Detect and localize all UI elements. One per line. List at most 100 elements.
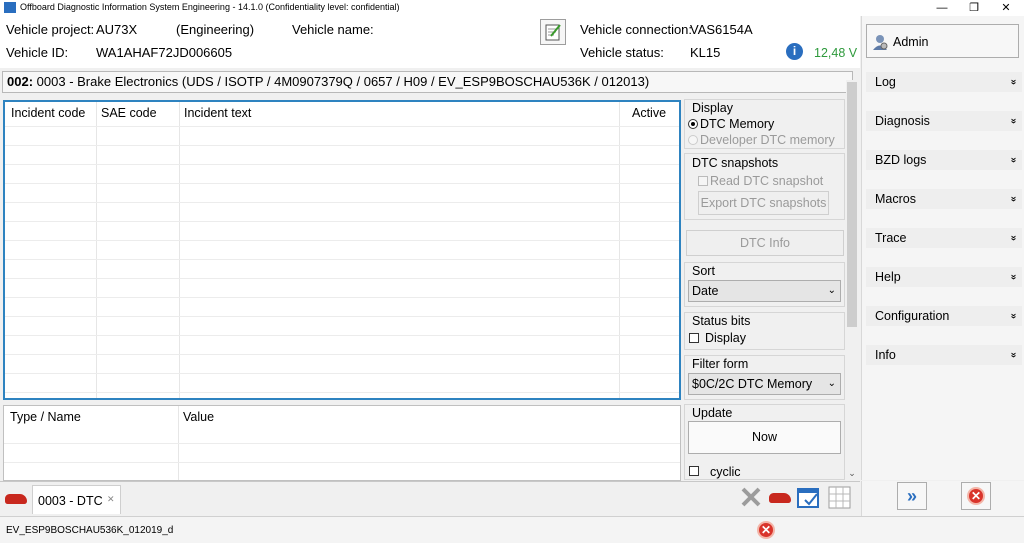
cyclic-checkbox[interactable] [689,466,699,476]
cancel-icon: ✕ [967,487,985,505]
error-icon[interactable]: ✕ [757,521,775,539]
chevron-down-icon: ⌄ [827,285,836,296]
row-line [5,221,679,222]
double-arrow-icon: » [906,486,917,506]
options-scrollbar[interactable]: ⌄ [846,80,858,480]
sidebar-item-label: Help [875,270,901,284]
table-grid-icon[interactable] [828,486,852,510]
dtc-memory-radio[interactable] [688,119,698,129]
column-header-active[interactable]: Active [632,106,666,120]
sidebar-item-diagnosis[interactable]: Diagnosis » [866,111,1022,131]
forward-button[interactable]: » [897,482,927,510]
developer-dtc-radio[interactable] [688,135,698,145]
export-snapshots-button[interactable]: Export DTC snapshots [698,191,829,215]
expand-chevron-icon: » [1008,274,1020,280]
vehicle-id-value: WA1AHAF72JD006605 [96,45,233,60]
sidebar-item-configuration[interactable]: Configuration » [866,306,1022,326]
calendar-check-icon[interactable] [797,486,821,510]
delete-x-icon[interactable] [740,486,762,508]
vehicle-red-icon[interactable] [769,493,791,503]
status-bar: EV_ESP9BOSCHAU536K_012019_d ✕ [0,516,1024,543]
sidebar-item-label: Diagnosis [875,114,930,128]
column-header-value[interactable]: Value [183,410,214,424]
detail-table[interactable]: Type / Name Value [3,405,681,481]
cancel-button[interactable]: ✕ [961,482,991,510]
row-line [5,240,679,241]
dtc-info-button[interactable]: DTC Info [686,230,844,256]
sidebar-item-log[interactable]: Log » [866,72,1022,92]
maximize-button[interactable]: ❐ [957,0,991,16]
filter-form-dropdown[interactable]: $0C/2C DTC Memory ⌄ [688,373,841,395]
row-line [5,126,679,127]
expand-chevron-icon: » [1008,352,1020,358]
display-label: Display [692,101,733,115]
sidebar-item-label: Macros [875,192,916,206]
row-line [5,354,679,355]
sidebar-item-label: Configuration [875,309,950,323]
sidebar-item-help[interactable]: Help » [866,267,1022,287]
vehicle-status-value: KL15 [690,45,721,60]
row-line [5,164,679,165]
row-line [5,278,679,279]
title-bar: Offboard Diagnostic Information System E… [0,0,1024,16]
dtc-memory-label[interactable]: DTC Memory [700,117,774,131]
column-header-type-name[interactable]: Type / Name [10,410,81,424]
row-line [5,392,679,393]
column-header-sae-code[interactable]: SAE code [101,106,157,120]
dtc-table[interactable]: Incident code SAE code Incident text Act… [3,100,681,400]
vehicle-connection-value: VAS6154A [690,22,753,37]
sidebar-footer [861,481,1024,516]
row-line [4,443,680,444]
update-now-button[interactable]: Now [688,421,841,454]
battery-voltage: 12,48 V [814,46,858,60]
column-header-incident-text[interactable]: Incident text [184,106,251,120]
chevron-down-icon: ⌄ [827,378,836,389]
sidebar-item-info[interactable]: Info » [866,345,1022,365]
car-icon[interactable] [5,494,27,504]
sidebar-item-label: Info [875,348,896,362]
sort-dropdown[interactable]: Date ⌄ [688,280,841,302]
row-line [5,297,679,298]
row-line [5,145,679,146]
read-snapshot-checkbox[interactable] [698,176,708,186]
scrollbar-thumb[interactable] [847,82,857,327]
options-panel: Display DTC Memory Developer DTC memory … [684,99,845,480]
vehicle-info-panel: Vehicle project: AU73X (Engineering) Veh… [0,16,860,68]
admin-user-button[interactable]: Admin [866,24,1019,58]
tab-strip: 0003 - DTC ✕ [0,481,860,515]
status-bits-label: Status bits [692,314,751,328]
update-label: Update [692,406,733,420]
admin-user-label: Admin [893,35,929,49]
scroll-down-arrow-icon[interactable]: ⌄ [846,468,858,480]
row-line [5,316,679,317]
status-bits-display-checkbox[interactable] [689,333,699,343]
close-tab-icon[interactable]: ✕ [107,494,115,505]
expand-chevron-icon: » [1008,79,1020,85]
sidebar-item-trace[interactable]: Trace » [866,228,1022,248]
row-line [5,202,679,203]
edit-notes-button[interactable] [540,19,566,45]
expand-chevron-icon: » [1008,196,1020,202]
close-window-button[interactable]: ✕ [989,0,1023,16]
developer-dtc-label[interactable]: Developer DTC memory [700,133,835,147]
column-header-incident-code[interactable]: Incident code [11,106,85,120]
info-icon[interactable]: i [786,43,803,60]
tab-0003-dtc[interactable]: 0003 - DTC ✕ [32,485,121,514]
vehicle-name-label: Vehicle name: [292,22,374,37]
sort-value: Date [692,284,719,298]
sidebar-item-macros[interactable]: Macros » [866,189,1022,209]
ecu-address: 002: [7,74,34,89]
sidebar-item-bzd-logs[interactable]: BZD logs » [866,150,1022,170]
user-gear-icon [873,35,888,50]
cyclic-label[interactable]: cyclic [710,465,741,479]
minimize-button[interactable]: — [925,0,959,16]
ecu-description: 0003 - Brake Electronics (UDS / ISOTP / … [36,74,650,89]
filter-form-label: Filter form [692,357,749,371]
tab-label: 0003 - DTC [38,494,103,508]
status-bits-display-label[interactable]: Display [705,331,746,345]
read-snapshot-label[interactable]: Read DTC snapshot [710,174,823,188]
sidebar-item-label: Trace [875,231,907,245]
expand-chevron-icon: » [1008,313,1020,319]
vehicle-connection-label: Vehicle connection: [580,22,693,37]
vehicle-project-value: AU73X [96,22,138,37]
